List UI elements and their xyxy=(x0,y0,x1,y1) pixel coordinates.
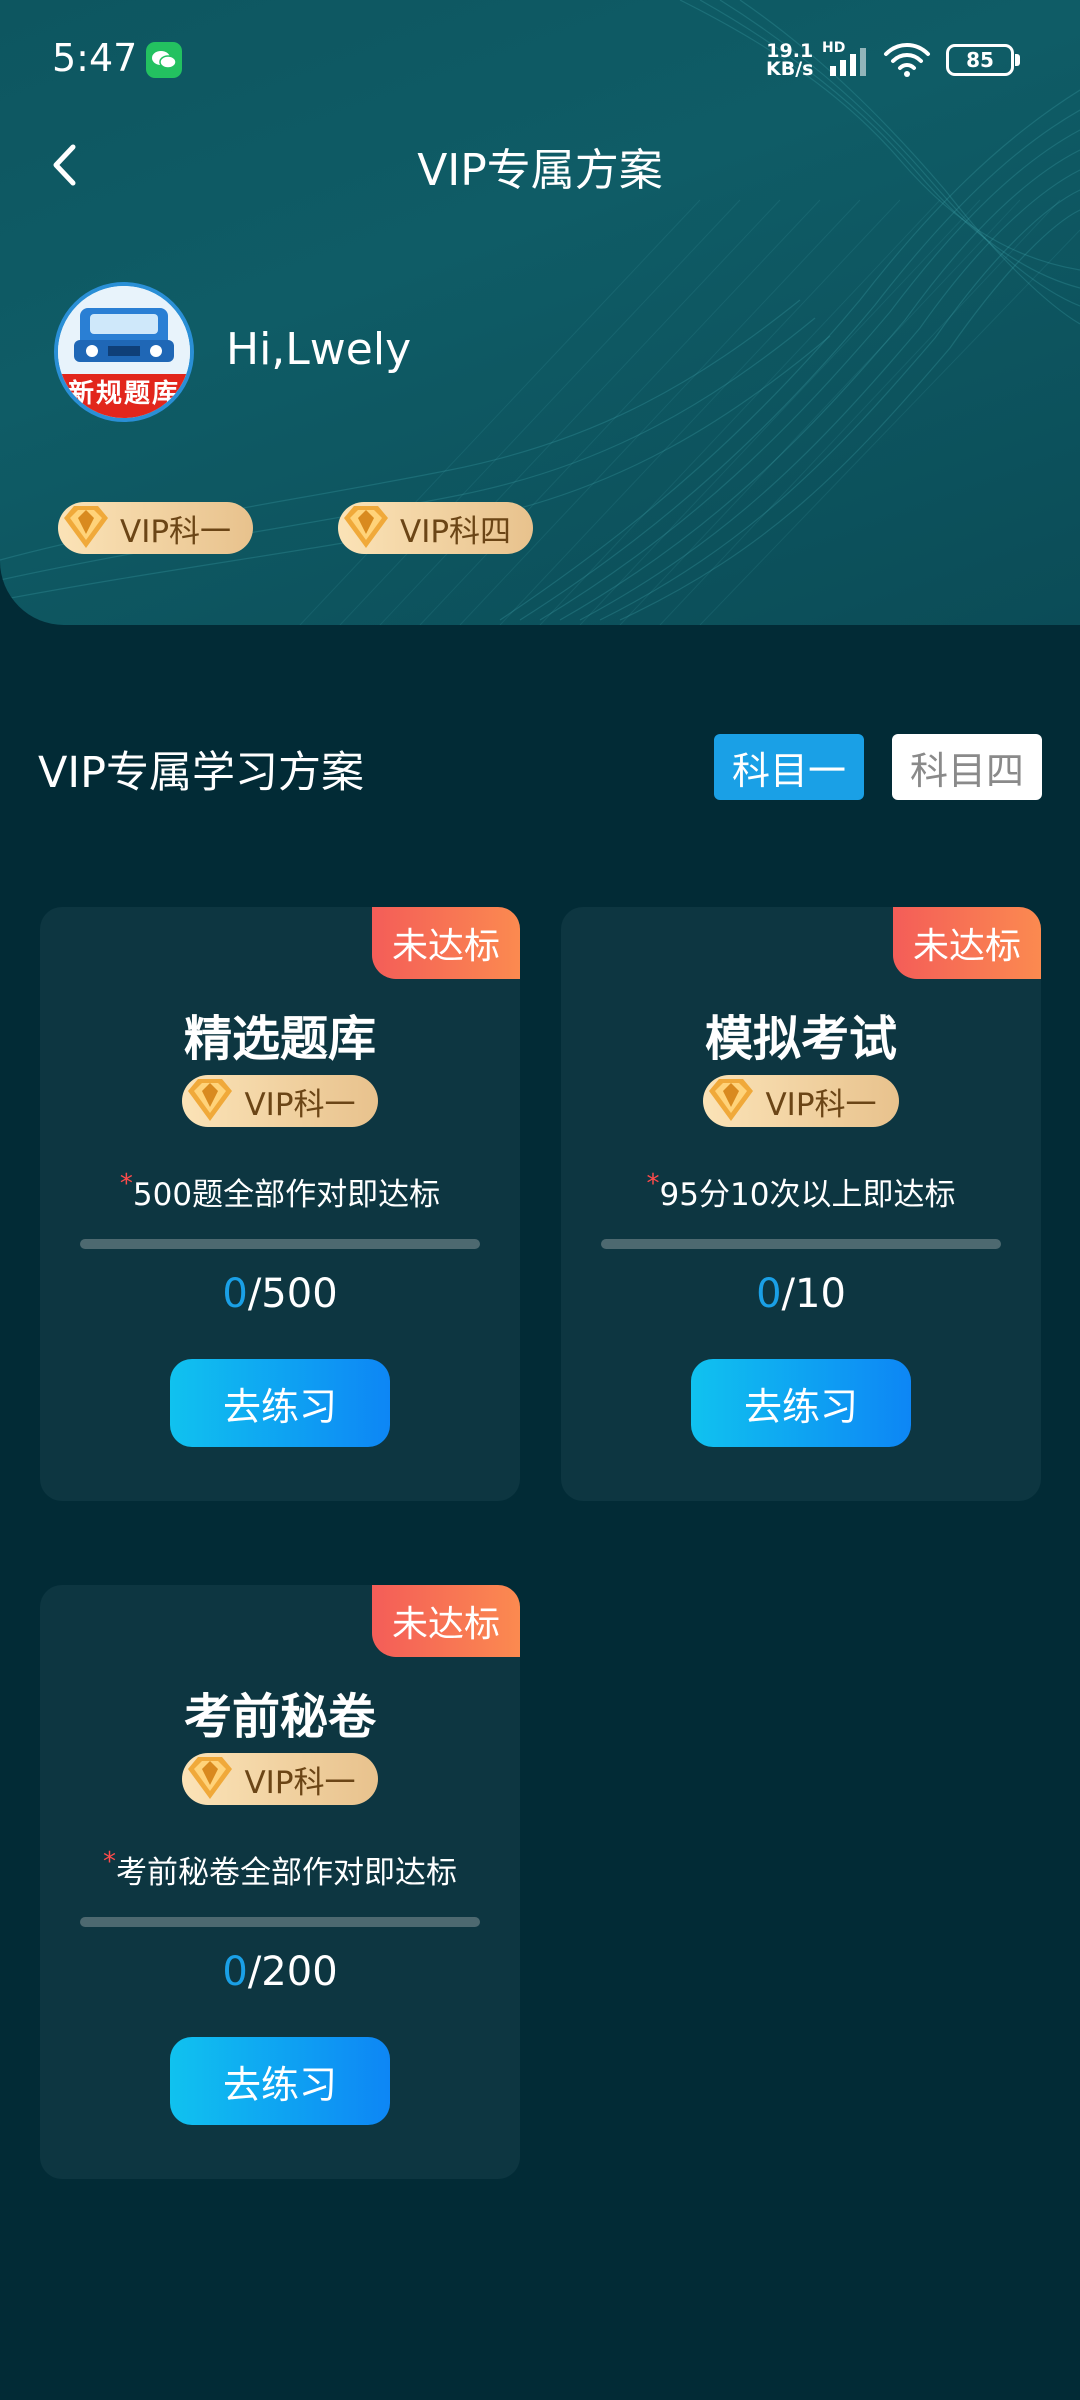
requirement-text: *考前秘卷全部作对即达标 xyxy=(103,1847,457,1891)
vip-badge-subject-four: VIP科四 xyxy=(338,502,534,554)
card-title: 考前秘卷 xyxy=(183,1689,376,1745)
diamond-icon xyxy=(344,506,388,548)
progress-count: 0/500 xyxy=(222,1271,338,1317)
status-bar: 5:47 19.1 KB/s HD 85 xyxy=(0,0,1080,120)
progress-count: 0/200 xyxy=(222,1949,338,1995)
section-title: VIP专属学习方案 xyxy=(38,748,365,798)
plan-card-mock-exam: 未达标 模拟考试 VIP科一 *95分10次以上即达标 0/10 去练习 xyxy=(561,907,1041,1501)
avatar-banner-text: 新规题库 xyxy=(58,374,190,418)
requirement-text: *500题全部作对即达标 xyxy=(119,1169,441,1213)
battery-icon: 85 xyxy=(946,44,1014,76)
vip-badge: VIP科一 xyxy=(703,1075,899,1127)
tab-subject-one[interactable]: 科目一 xyxy=(714,734,864,800)
practice-button[interactable]: 去练习 xyxy=(170,1359,390,1447)
plan-card-pre-exam-papers: 未达标 考前秘卷 VIP科一 *考前秘卷全部作对即达标 0/200 去练习 xyxy=(40,1585,520,2179)
diamond-icon xyxy=(64,506,108,548)
status-badge: 未达标 xyxy=(372,907,520,979)
practice-button[interactable]: 去练习 xyxy=(170,2037,390,2125)
progress-bar xyxy=(80,1239,480,1249)
diamond-icon xyxy=(188,1079,233,1121)
diamond-icon xyxy=(188,1757,233,1799)
vip-badge: VIP科一 xyxy=(182,1753,378,1805)
plan-card-question-bank: 未达标 精选题库 VIP科一 *500题全部作对即达标 0/500 去练习 xyxy=(40,907,520,1501)
network-speed: 19.1 KB/s xyxy=(766,40,814,80)
progress-count: 0/10 xyxy=(756,1271,846,1317)
status-time: 5:47 xyxy=(52,36,138,80)
diamond-icon xyxy=(709,1079,754,1121)
card-title: 模拟考试 xyxy=(704,1011,897,1067)
wifi-icon xyxy=(882,40,932,84)
page-title: VIP专属方案 xyxy=(417,145,663,196)
wechat-icon xyxy=(146,42,182,78)
vip-badge-subject-one: VIP科一 xyxy=(58,502,254,554)
battery-tip xyxy=(1015,54,1020,66)
card-title: 精选题库 xyxy=(183,1011,376,1067)
progress-bar xyxy=(601,1239,1001,1249)
requirement-text: *95分10次以上即达标 xyxy=(646,1169,956,1213)
signal-icon xyxy=(822,44,874,80)
vip-badge: VIP科一 xyxy=(182,1075,378,1127)
greeting: Hi,Lwely xyxy=(226,324,412,375)
battery-level: 85 xyxy=(966,48,994,72)
status-badge: 未达标 xyxy=(372,1585,520,1657)
avatar[interactable]: 新规题库 xyxy=(54,282,194,422)
tab-subject-four[interactable]: 科目四 xyxy=(892,734,1042,800)
status-badge: 未达标 xyxy=(893,907,1041,979)
practice-button[interactable]: 去练习 xyxy=(691,1359,911,1447)
progress-bar xyxy=(80,1917,480,1927)
